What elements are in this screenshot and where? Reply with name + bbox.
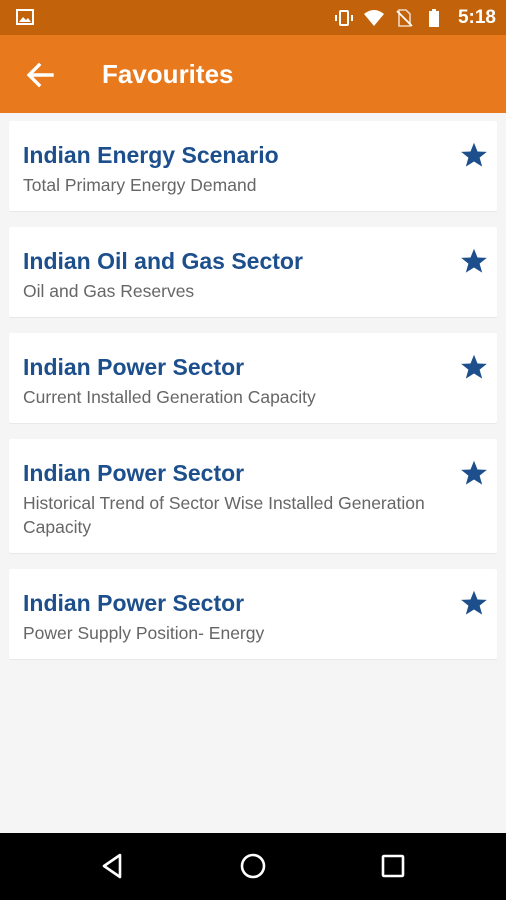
list-item[interactable]: Indian Oil and Gas Sector Oil and Gas Re… [9,227,497,317]
status-bar: 5:18 [0,0,506,35]
home-circle-icon[interactable] [238,851,268,881]
item-subtitle: Current Installed Generation Capacity [23,387,316,407]
item-subtitle: Total Primary Energy Demand [23,175,257,195]
back-triangle-icon[interactable] [98,851,128,881]
item-subtitle: Historical Trend of Sector Wise Installe… [23,493,425,537]
wifi-icon [363,9,384,26]
item-title: Indian Power Sector [23,590,245,616]
star-icon[interactable] [460,459,488,487]
navigation-bar [0,833,506,900]
item-title: Indian Oil and Gas Sector [23,248,303,274]
item-subtitle: Oil and Gas Reserves [23,281,195,301]
star-icon[interactable] [460,589,488,617]
vibrate-icon [334,9,353,26]
item-title: Indian Energy Scenario [23,142,279,168]
star-icon[interactable] [460,141,488,169]
item-title: Indian Power Sector [23,460,245,486]
app-bar: Favourites [0,35,506,113]
status-icons: 5:18 [334,0,496,35]
star-icon[interactable] [460,247,488,275]
battery-icon [428,8,439,27]
no-sim-icon [396,8,413,27]
recents-square-icon[interactable] [378,851,408,881]
item-subtitle: Power Supply Position- Energy [23,623,265,643]
list-item[interactable]: Indian Power Sector Power Supply Positio… [9,569,497,659]
list-item[interactable]: Indian Energy Scenario Total Primary Ene… [9,121,497,211]
list-item[interactable]: Indian Power Sector Current Installed Ge… [9,333,497,423]
clock: 5:18 [457,6,496,28]
favourites-list: Indian Energy Scenario Total Primary Ene… [9,121,497,675]
list-item[interactable]: Indian Power Sector Historical Trend of … [9,439,497,553]
item-title: Indian Power Sector [23,354,245,380]
image-icon [16,9,34,25]
arrow-back-icon[interactable] [22,58,56,92]
star-icon[interactable] [460,353,488,381]
page-title: Favourites [102,59,234,89]
